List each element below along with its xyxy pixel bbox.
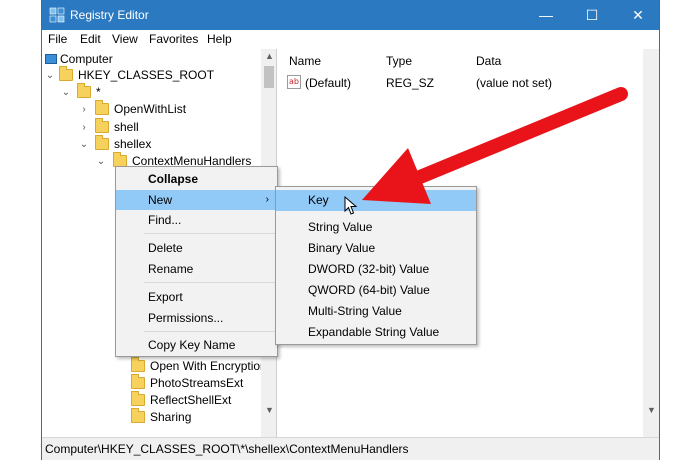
chevron-down-icon[interactable]: ⌄ bbox=[79, 136, 89, 153]
folder-icon bbox=[77, 83, 91, 98]
value-type: REG_SZ bbox=[386, 76, 435, 90]
menu-bar: File Edit View Favorites Help bbox=[42, 30, 659, 49]
string-value-icon: ab bbox=[287, 75, 301, 89]
submenu-item-key[interactable]: Key bbox=[276, 190, 476, 211]
menu-item-new[interactable]: New › bbox=[116, 190, 277, 210]
tree-item-label: Computer bbox=[60, 52, 113, 66]
folder-icon bbox=[95, 118, 109, 133]
window-title: Registry Editor bbox=[70, 8, 149, 22]
submenu-item-expandable-string-value[interactable]: Expandable String Value bbox=[276, 322, 476, 343]
chevron-down-icon[interactable]: ⌄ bbox=[96, 153, 106, 170]
menu-separator bbox=[144, 282, 275, 283]
menu-edit[interactable]: Edit bbox=[80, 32, 101, 46]
folder-icon bbox=[95, 135, 109, 150]
scroll-down-icon[interactable]: ▼ bbox=[265, 405, 274, 415]
column-header-data[interactable]: Data bbox=[476, 54, 501, 68]
registry-app-icon bbox=[49, 7, 65, 23]
menu-view[interactable]: View bbox=[112, 32, 138, 46]
scroll-up-icon[interactable]: ▲ bbox=[265, 51, 274, 61]
tree-item-label: Open With Encryption bbox=[150, 359, 267, 373]
close-button[interactable]: ✕ bbox=[615, 0, 661, 30]
submenu-item-dword-value[interactable]: DWORD (32-bit) Value bbox=[276, 259, 476, 280]
menu-separator bbox=[144, 233, 275, 234]
chevron-right-icon[interactable]: › bbox=[79, 119, 89, 136]
new-submenu: Key String Value Binary Value DWORD (32-… bbox=[275, 186, 477, 345]
chevron-right-icon[interactable]: › bbox=[79, 101, 89, 118]
tree-item-label: shell bbox=[114, 120, 139, 134]
folder-icon bbox=[131, 391, 145, 406]
menu-item-copy-key-name[interactable]: Copy Key Name bbox=[116, 335, 277, 355]
folder-icon bbox=[131, 357, 145, 372]
tree-item-label: OpenWithList bbox=[114, 102, 187, 116]
computer-icon bbox=[45, 54, 57, 64]
scrollbar-thumb[interactable] bbox=[264, 66, 274, 88]
chevron-down-icon[interactable]: ⌄ bbox=[45, 67, 55, 84]
menu-item-export[interactable]: Export bbox=[116, 287, 277, 307]
tree-item-label: PhotoStreamsExt bbox=[150, 376, 244, 390]
minimize-button[interactable]: — bbox=[523, 0, 569, 30]
folder-icon bbox=[95, 100, 109, 115]
column-header-type[interactable]: Type bbox=[386, 54, 412, 68]
submenu-item-string-value[interactable]: String Value bbox=[276, 217, 476, 238]
status-path: Computer\HKEY_CLASSES_ROOT\*\shellex\Con… bbox=[45, 442, 409, 456]
menu-help[interactable]: Help bbox=[207, 32, 232, 46]
menu-separator bbox=[144, 331, 275, 332]
tree-item-label: ReflectShellExt bbox=[150, 393, 232, 407]
menu-item-rename[interactable]: Rename bbox=[116, 259, 277, 279]
maximize-button[interactable]: ☐ bbox=[569, 0, 615, 30]
mouse-cursor-icon bbox=[344, 196, 358, 215]
tree-item-label: HKEY_CLASSES_ROOT bbox=[78, 68, 215, 82]
list-scrollbar[interactable]: ▼ bbox=[643, 49, 659, 437]
status-bar: Computer\HKEY_CLASSES_ROOT\*\shellex\Con… bbox=[42, 437, 659, 460]
menu-favorites[interactable]: Favorites bbox=[149, 32, 198, 46]
chevron-right-icon: › bbox=[265, 194, 269, 205]
folder-icon bbox=[131, 374, 145, 389]
column-header-name[interactable]: Name bbox=[289, 54, 321, 68]
value-data: (value not set) bbox=[476, 76, 553, 90]
menu-item-delete[interactable]: Delete bbox=[116, 238, 277, 258]
chevron-down-icon[interactable]: ⌄ bbox=[61, 84, 71, 101]
submenu-item-qword-value[interactable]: QWORD (64-bit) Value bbox=[276, 280, 476, 301]
folder-icon bbox=[131, 408, 145, 423]
menu-file[interactable]: File bbox=[48, 32, 67, 46]
menu-item-find[interactable]: Find... bbox=[116, 210, 277, 230]
tree-item-label: * bbox=[96, 85, 101, 99]
submenu-item-binary-value[interactable]: Binary Value bbox=[276, 238, 476, 259]
submenu-item-multi-string-value[interactable]: Multi-String Value bbox=[276, 301, 476, 322]
folder-icon bbox=[59, 66, 73, 81]
title-bar: Registry Editor — ☐ ✕ bbox=[42, 0, 659, 30]
tree-item-label: shellex bbox=[114, 137, 152, 151]
menu-item-collapse[interactable]: Collapse bbox=[116, 169, 277, 189]
scroll-down-icon[interactable]: ▼ bbox=[647, 405, 656, 415]
tree-item-label: Sharing bbox=[150, 410, 192, 424]
menu-item-label: New bbox=[148, 193, 173, 207]
menu-item-permissions[interactable]: Permissions... bbox=[116, 308, 277, 328]
value-name[interactable]: (Default) bbox=[305, 76, 351, 90]
context-menu: Collapse New › Find... Delete Rename Exp… bbox=[115, 166, 278, 357]
